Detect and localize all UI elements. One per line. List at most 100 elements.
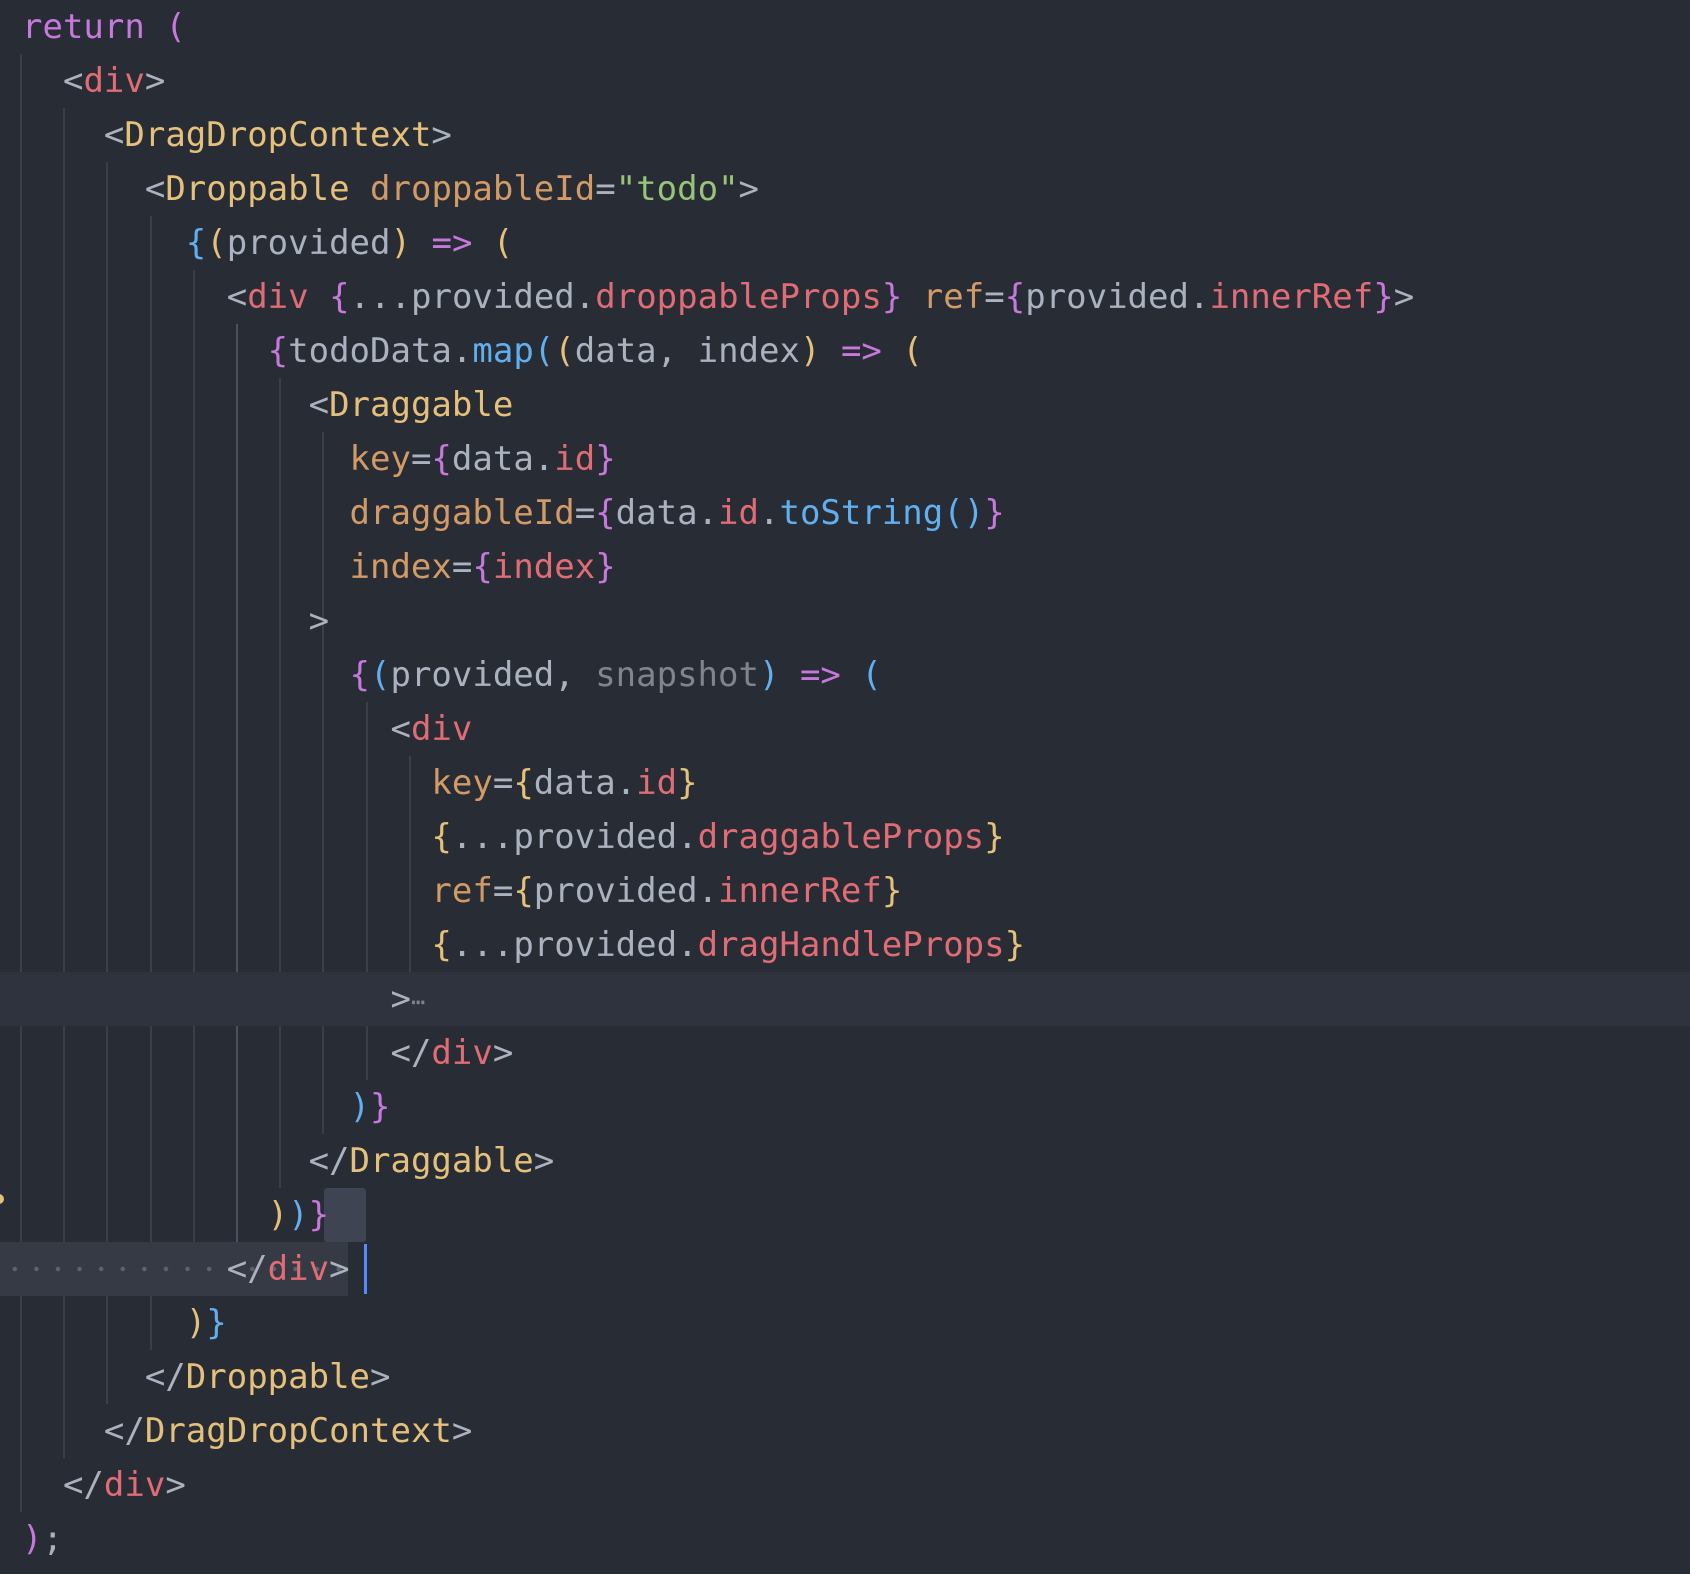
attr: ref bbox=[431, 871, 493, 911]
code-line-22[interactable]: </Draggable> bbox=[0, 1134, 1690, 1188]
dot: . bbox=[697, 493, 719, 533]
component-dragdropcontext: DragDropContext bbox=[124, 115, 432, 155]
punct: < bbox=[103, 115, 125, 155]
dot: . bbox=[677, 925, 698, 965]
code-line-9[interactable]: key={data.id} bbox=[0, 432, 1690, 486]
code-line-21[interactable]: )} bbox=[0, 1080, 1690, 1134]
punct: > bbox=[165, 1465, 186, 1505]
code-line-23[interactable]: ))} bbox=[0, 1188, 1690, 1242]
spread: ... bbox=[451, 817, 514, 857]
code-line-4[interactable]: <Droppable droppableId="todo"> bbox=[0, 162, 1690, 216]
method: map bbox=[472, 331, 534, 371]
prop: id bbox=[636, 763, 678, 803]
code-line-13[interactable]: {(provided, snapshot) => ( bbox=[0, 648, 1690, 702]
var: provided bbox=[513, 817, 678, 857]
code-line-18[interactable]: {...provided.dragHandleProps} bbox=[0, 918, 1690, 972]
tag-div: div bbox=[103, 1465, 166, 1505]
paren: ( bbox=[165, 7, 186, 47]
brace: } bbox=[206, 1303, 227, 1343]
spread: ... bbox=[349, 277, 411, 317]
code-line-7[interactable]: {todoData.map((data, index) => ( bbox=[0, 324, 1690, 378]
punct: > bbox=[144, 61, 166, 101]
brace: { bbox=[349, 655, 370, 695]
punct: = bbox=[492, 763, 514, 803]
punct: > bbox=[738, 169, 760, 209]
code-line-24[interactable]: </div> bbox=[0, 1242, 1690, 1296]
code-line-6[interactable]: <div {...provided.droppableProps} ref={p… bbox=[0, 270, 1690, 324]
dot: . bbox=[697, 871, 719, 911]
punct: </ bbox=[144, 1357, 186, 1397]
semicolon: ; bbox=[42, 1519, 63, 1559]
code-line-27[interactable]: </DragDropContext> bbox=[0, 1404, 1690, 1458]
keyword-return: return bbox=[22, 7, 145, 47]
code-line-17[interactable]: ref={provided.innerRef} bbox=[0, 864, 1690, 918]
brace: { bbox=[595, 493, 616, 533]
arrow: => bbox=[431, 223, 473, 263]
punct: = bbox=[984, 277, 1005, 317]
dot: . bbox=[574, 277, 596, 317]
brace: } bbox=[881, 277, 903, 317]
code-line-2[interactable]: <div> bbox=[0, 54, 1690, 108]
punct: < bbox=[144, 169, 166, 209]
paren: ) bbox=[390, 223, 411, 263]
component-draggable: Draggable bbox=[329, 385, 514, 425]
tag-div: div bbox=[267, 1249, 330, 1289]
string: todo bbox=[636, 169, 719, 209]
comma: , bbox=[656, 331, 698, 371]
punct: </ bbox=[62, 1465, 104, 1505]
paren: ( bbox=[902, 331, 923, 371]
brace: } bbox=[370, 1087, 391, 1127]
punct: </ bbox=[226, 1249, 268, 1289]
code-line-12[interactable]: > bbox=[0, 594, 1690, 648]
component-droppable: Droppable bbox=[185, 1357, 371, 1397]
paren: ( bbox=[206, 223, 227, 263]
code-line-3[interactable]: <DragDropContext> bbox=[0, 108, 1690, 162]
string-quote: " bbox=[615, 169, 637, 209]
prop: draggableProps bbox=[697, 817, 985, 857]
fold-ellipsis-icon[interactable]: ⋯ bbox=[411, 988, 425, 1016]
brace: { bbox=[431, 439, 452, 479]
param: provided bbox=[226, 223, 391, 263]
punct: < bbox=[62, 61, 84, 101]
var: data bbox=[451, 439, 534, 479]
arrow: => bbox=[799, 655, 841, 695]
code-line-16[interactable]: {...provided.draggableProps} bbox=[0, 810, 1690, 864]
brace: } bbox=[984, 817, 1005, 857]
prop: id bbox=[554, 439, 596, 479]
var: index bbox=[492, 547, 596, 587]
code-line-11[interactable]: index={index} bbox=[0, 540, 1690, 594]
var: data bbox=[615, 493, 698, 533]
code-line-5[interactable]: {(provided) => ( bbox=[0, 216, 1690, 270]
code-line-26[interactable]: </Droppable> bbox=[0, 1350, 1690, 1404]
punct: > bbox=[329, 1249, 350, 1289]
component-draggable: Draggable bbox=[349, 1141, 534, 1181]
code-line-14[interactable]: <div bbox=[0, 702, 1690, 756]
attr: index bbox=[349, 547, 452, 587]
punct: > bbox=[370, 1357, 391, 1397]
paren: ) bbox=[185, 1303, 207, 1343]
tag-div: div bbox=[431, 1033, 493, 1073]
punct: </ bbox=[103, 1411, 145, 1451]
brace: { bbox=[329, 277, 350, 317]
var: data bbox=[533, 763, 616, 803]
punct: > bbox=[451, 1411, 473, 1451]
tag-div: div bbox=[247, 277, 309, 317]
code-line-29[interactable]: ); bbox=[0, 1512, 1690, 1566]
code-line-10[interactable]: draggableId={data.id.toString()} bbox=[0, 486, 1690, 540]
code-line-19[interactable]: >⋯ bbox=[0, 972, 1690, 1026]
dot: . bbox=[677, 817, 698, 857]
text-cursor bbox=[364, 1244, 367, 1294]
code-line-28[interactable]: </div> bbox=[0, 1458, 1690, 1512]
dot: . bbox=[1188, 277, 1210, 317]
code-line-20[interactable]: </div> bbox=[0, 1026, 1690, 1080]
code-line-25[interactable]: )} bbox=[0, 1296, 1690, 1350]
code-line-15[interactable]: key={data.id} bbox=[0, 756, 1690, 810]
punct: > bbox=[431, 115, 452, 155]
code-line-1[interactable]: return ( bbox=[0, 0, 1690, 54]
punct: > bbox=[533, 1141, 555, 1181]
code-line-8[interactable]: <Draggable bbox=[0, 378, 1690, 432]
brace: { bbox=[267, 331, 289, 371]
code-editor[interactable]: return ( <div> <DragDropContext> <Droppa… bbox=[0, 0, 1690, 1574]
spread: ... bbox=[451, 925, 514, 965]
paren: ( bbox=[861, 655, 882, 695]
